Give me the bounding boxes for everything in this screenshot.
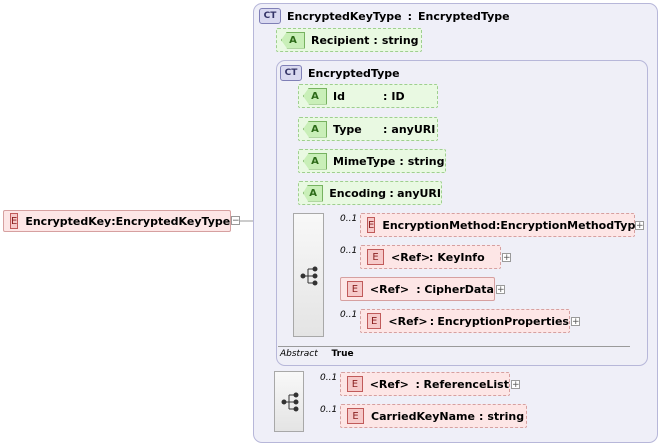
root-element-name: EncryptedKey — [25, 214, 112, 228]
outer-ct-base: EncryptedType — [418, 9, 510, 23]
expand-toggle-cipherdata[interactable]: + — [496, 285, 505, 295]
element-badge: E — [347, 281, 363, 297]
expand-toggle-encryptionmethod[interactable]: + — [635, 221, 644, 231]
complex-type-badge: CT — [259, 8, 281, 24]
element-badge: E — [10, 213, 19, 229]
attribute-badge: A — [303, 87, 327, 105]
occurrence-label: 0..1 — [340, 214, 358, 224]
abstract-value: True — [331, 349, 354, 359]
element-referencelist[interactable]: E <Ref> : ReferenceList — [340, 372, 510, 396]
attribute-badge: A — [303, 120, 327, 138]
attribute-id[interactable]: A Id : ID — [298, 84, 438, 108]
attribute-encoding[interactable]: A Encoding : anyURI — [298, 181, 442, 205]
occurrence-label: 0..1 — [320, 405, 338, 415]
element-cipherdata[interactable]: E <Ref> : CipherData — [340, 277, 495, 301]
element-carriedkeyname[interactable]: E CarriedKeyName : string — [340, 404, 527, 428]
occurrence-label: 0..1 — [340, 310, 358, 320]
element-badge: E — [367, 217, 376, 233]
attribute-recipient[interactable]: A Recipient : string — [276, 28, 422, 52]
element-encryptionmethod[interactable]: E EncryptionMethod : EncryptionMethodTyp… — [360, 213, 643, 237]
complex-type-badge: CT — [280, 65, 302, 81]
root-element-type: EncryptedKeyType — [115, 214, 231, 228]
element-badge: E — [367, 249, 384, 265]
root-element-encryptedkey[interactable]: E EncryptedKey : EncryptedKeyType — [3, 210, 231, 232]
abstract-property: Abstract True — [280, 349, 354, 359]
abstract-label: Abstract — [280, 349, 318, 359]
attribute-badge: A — [303, 184, 324, 202]
outer-ct-name: EncryptedKeyType — [287, 9, 402, 23]
sequence-compositor-outer[interactable] — [274, 371, 304, 432]
attribute-badge: A — [303, 152, 327, 170]
sequence-icon — [300, 266, 318, 286]
expand-toggle-keyinfo[interactable]: + — [502, 253, 511, 263]
expand-toggle-referencelist[interactable]: + — [511, 380, 520, 390]
element-badge: E — [347, 408, 364, 424]
element-encryptionproperties[interactable]: E <Ref> : EncryptionProperties — [360, 309, 570, 333]
occurrence-label: 0..1 — [320, 373, 338, 383]
element-badge: E — [347, 376, 363, 392]
expand-toggle-encryptionproperties[interactable]: + — [571, 317, 580, 327]
attribute-badge: A — [281, 31, 305, 49]
occurrence-label: 0..1 — [340, 246, 358, 256]
abstract-divider — [278, 346, 630, 347]
sequence-compositor-inner[interactable] — [293, 213, 324, 337]
element-keyinfo[interactable]: E <Ref> : KeyInfo — [360, 245, 501, 269]
sequence-icon — [281, 392, 299, 412]
collapse-toggle-root[interactable]: − — [231, 216, 240, 226]
outer-ct-header: CT EncryptedKeyType : EncryptedType — [259, 8, 510, 24]
attribute-type[interactable]: A Type : anyURI — [298, 117, 438, 141]
element-badge: E — [367, 313, 382, 329]
inner-ct-name: EncryptedType — [308, 66, 400, 80]
inner-ct-header: CT EncryptedType — [280, 65, 400, 81]
attribute-mimetype[interactable]: A MimeType : string — [298, 149, 446, 173]
